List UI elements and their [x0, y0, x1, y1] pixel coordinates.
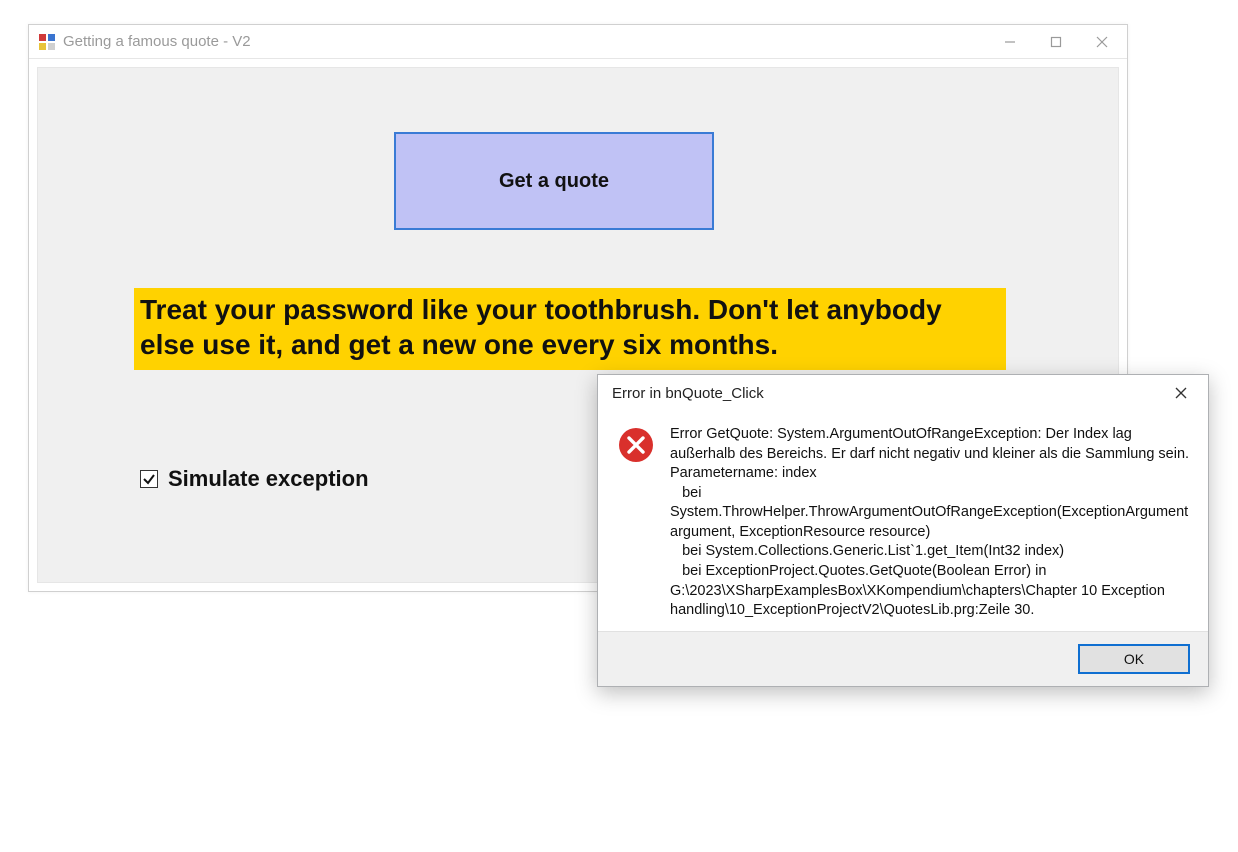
- dialog-titlebar[interactable]: Error in bnQuote_Click: [598, 375, 1208, 411]
- dialog-footer: OK: [598, 631, 1208, 686]
- dialog-body: Error GetQuote: System.ArgumentOutOfRang…: [598, 411, 1208, 631]
- dialog-close-button[interactable]: [1160, 378, 1202, 408]
- app-icon: [39, 34, 55, 50]
- quote-display: Treat your password like your toothbrush…: [134, 288, 1006, 370]
- ok-button[interactable]: OK: [1078, 644, 1190, 674]
- ok-button-label: OK: [1124, 651, 1144, 667]
- close-button[interactable]: [1079, 27, 1125, 57]
- error-dialog: Error in bnQuote_Click Error GetQuote: S…: [597, 374, 1209, 687]
- get-quote-button[interactable]: Get a quote: [394, 132, 714, 230]
- window-controls: [987, 27, 1125, 57]
- error-icon: [618, 427, 654, 463]
- get-quote-button-label: Get a quote: [499, 170, 609, 193]
- simulate-exception-row: Simulate exception: [140, 466, 369, 492]
- maximize-button[interactable]: [1033, 27, 1079, 57]
- dialog-title: Error in bnQuote_Click: [612, 385, 1160, 402]
- window-title: Getting a famous quote - V2: [63, 33, 987, 50]
- simulate-exception-checkbox[interactable]: [140, 470, 158, 488]
- error-message: Error GetQuote: System.ArgumentOutOfRang…: [670, 425, 1190, 621]
- titlebar[interactable]: Getting a famous quote - V2: [29, 25, 1127, 59]
- minimize-button[interactable]: [987, 27, 1033, 57]
- simulate-exception-label: Simulate exception: [168, 466, 369, 492]
